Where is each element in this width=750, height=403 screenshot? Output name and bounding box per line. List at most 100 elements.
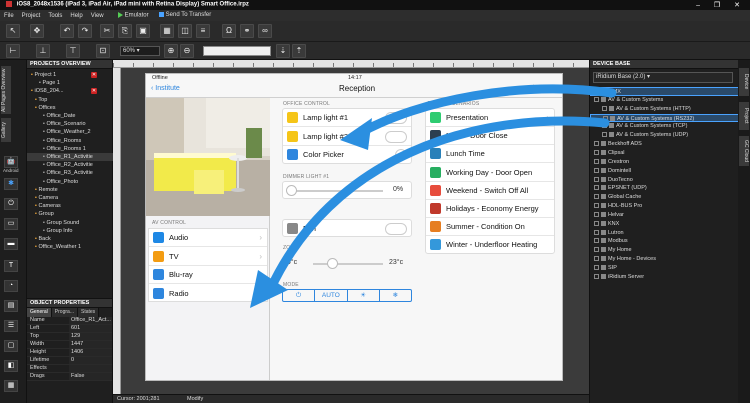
expand-icon[interactable] [594,167,599,173]
expand-icon[interactable] [603,115,608,121]
copy-icon[interactable]: ⎘ [118,24,132,38]
device-base-item[interactable]: AV & Custom Systems [590,96,739,105]
delete-icon[interactable]: ✕ [91,88,97,95]
device-base-item[interactable]: My Home - Devices [590,255,739,264]
project-tree-item[interactable]: ▪ Office_R1_Activitie [27,153,113,161]
property-row[interactable]: Width 1447 [27,341,112,349]
device-base-item[interactable]: DuoTecno [590,176,739,185]
ios-icon[interactable]: ✱ [4,178,18,190]
zone-thumb[interactable] [327,258,338,269]
omega-icon[interactable]: Ω [222,24,236,38]
project-tree-item[interactable]: ▪ Group [27,210,113,218]
tab-programming[interactable]: Progra... [51,308,78,317]
property-value[interactable]: 1447 [69,341,112,348]
scenario-item[interactable]: Summer - Condition On [426,218,554,237]
project-tree-item[interactable]: ▪ Office_Rooms 1 [27,145,113,153]
av-control-item[interactable]: Blu-ray › [149,266,267,284]
gauge-tool-icon[interactable]: ◔ [4,280,18,292]
tab-gc-cloud[interactable]: GC Cloud [739,136,749,166]
dimmer-thumb[interactable] [286,185,297,196]
expand-icon[interactable] [594,265,599,271]
expand-icon[interactable] [594,211,599,217]
media-tool-icon[interactable]: ▤ [4,300,18,312]
link-icon[interactable]: ⚭ [240,24,254,38]
hand-tool-icon[interactable]: ✥ [30,24,44,38]
mode-button[interactable]: ❄ [378,290,411,301]
layer-up-icon[interactable]: ⇡ [292,44,306,58]
office-control-toggle[interactable] [385,112,407,124]
frame-tool-icon[interactable]: ▢ [4,340,18,352]
zoom-out-icon[interactable]: ⊖ [180,44,194,58]
property-value[interactable]: 1406 [69,349,112,356]
mode-button[interactable]: AUTO [314,290,346,301]
back-button[interactable]: ‹ Institute [151,85,180,92]
device-base-item[interactable]: AV & Custom Systems (HTTP) [590,105,739,114]
office-control-item[interactable]: Lamp light #2 [283,128,411,146]
tab-general[interactable]: General [27,308,52,317]
property-row[interactable]: Lifetime 0 [27,357,112,365]
property-row[interactable]: Left 601 [27,325,112,333]
project-tree-item[interactable]: ▪ Back [27,235,113,243]
expand-icon[interactable] [594,141,599,147]
expand-icon[interactable] [594,149,599,155]
power-icon[interactable]: ⏻ [4,198,18,210]
layer-down-icon[interactable]: ⇣ [276,44,290,58]
delete-icon[interactable]: ✕ [91,72,97,78]
project-tree-item[interactable]: ▪ Office_Weather_2 [27,128,113,136]
device-base-item[interactable]: My Home [590,246,739,255]
tab-project[interactable]: Project [739,102,749,130]
project-tree-item[interactable]: ▪ Office_Scenario [27,120,113,128]
popup-tool-icon[interactable]: ◧ [4,360,18,372]
scenario-item[interactable]: Holidays - Economy Energy [426,200,554,218]
property-row[interactable]: Top 129 [27,333,112,341]
device-base-item[interactable]: Domintell [590,167,739,176]
menu-view[interactable]: View [91,13,104,19]
project-tree-item[interactable]: ▪ iOS8_204... ✕ [27,87,113,95]
device-base-item[interactable]: AV & Custom Systems (RS232) [590,113,739,123]
property-value[interactable]: Office_R1_Act... [69,317,112,324]
av-control-item[interactable]: Radio › [149,285,267,302]
office-control-toggle[interactable] [395,149,407,161]
av-control-item[interactable]: TV › [149,248,267,266]
property-row[interactable]: Drags False [27,373,112,381]
mode-button[interactable]: ⏻ [283,290,314,301]
property-row[interactable]: Name Office_R1_Act... [27,317,112,325]
paste-icon[interactable]: ▣ [136,24,150,38]
device-preview[interactable]: Offline 14:17 ‹ Institute Reception iRid… [145,73,563,381]
zoom-in-icon[interactable]: ⊕ [164,44,178,58]
project-tree-item[interactable]: ▪ Remote [27,186,113,194]
expand-icon[interactable] [594,185,599,191]
text-tool-icon[interactable]: T [4,260,18,272]
device-base-item[interactable]: EPSNET (UDP) [590,184,739,193]
tab-device[interactable]: Device [739,68,749,96]
property-value[interactable] [69,365,112,372]
menu-tools[interactable]: Tools [48,13,62,19]
property-value[interactable]: 0 [69,357,112,364]
emulator-button[interactable]: Emulator [117,12,149,19]
layer-field[interactable] [203,46,271,56]
project-tree-item[interactable]: ▪ Office_R2_Activitie [27,161,113,169]
device-base-item[interactable]: AV & Custom Systems (TCP) [590,122,739,131]
tab-states[interactable]: States [77,308,100,317]
align-icon[interactable]: ≡ [196,24,210,38]
align-left-icon[interactable]: ⊢ [6,44,20,58]
scenario-item[interactable]: Night - Door Close [426,127,554,146]
expand-icon[interactable] [595,89,600,95]
expand-icon[interactable] [602,132,607,138]
project-tree-item[interactable]: ▪ Cameras [27,202,113,210]
scenario-item[interactable]: Working Day - Door Open [426,164,554,182]
expand-icon[interactable] [594,273,599,279]
mode-button[interactable]: ☀ [346,290,379,301]
align-center-icon[interactable]: ⊥ [36,44,50,58]
project-tree-item[interactable]: ▪ Camera [27,194,113,202]
expand-icon[interactable] [594,96,599,102]
office-control-item[interactable]: Color Picker [283,146,411,163]
project-tree-item[interactable]: ▪ Office_Rooms [27,137,113,145]
device-base-select[interactable]: iRidium Base (2.0) ▾ [593,72,733,83]
expand-icon[interactable] [594,229,599,235]
device-base-item[interactable]: iRidium Server [590,273,739,282]
device-base-item[interactable]: Beckhoff ADS [590,140,739,149]
expand-icon[interactable] [594,238,599,244]
menu-project[interactable]: Project [22,13,41,19]
window-controls[interactable]: – ❐ ✕ [696,1,746,9]
